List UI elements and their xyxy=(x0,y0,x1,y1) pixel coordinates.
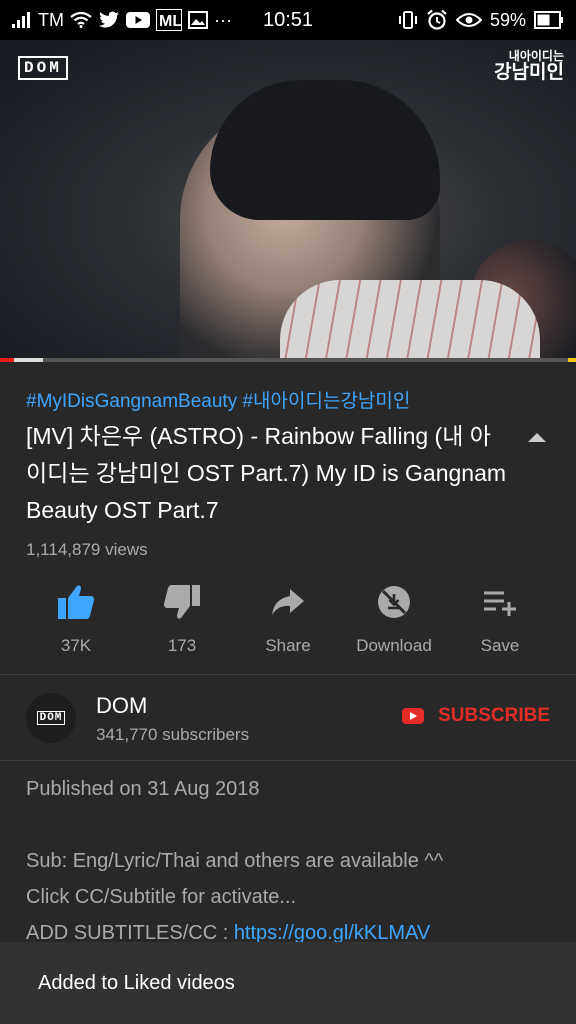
subtitles-link[interactable]: https://goo.gl/kKLMAV xyxy=(234,922,430,944)
video-channel-logo: DOM xyxy=(18,56,68,80)
battery-icon xyxy=(534,11,564,29)
download-icon xyxy=(372,582,416,622)
progress-buffered xyxy=(14,358,44,362)
channel-name[interactable]: DOM xyxy=(96,693,147,719)
channel-row: DOM DOM 341,770 subscribers SUBSCRIBE xyxy=(0,675,576,760)
youtube-logo-icon xyxy=(402,708,425,724)
video-overlay-title-line2: 강남미인 xyxy=(494,61,564,83)
status-bar: TM ML ··· 10:51 59% xyxy=(0,0,576,40)
share-icon xyxy=(266,582,310,622)
vibrate-icon xyxy=(398,10,418,30)
video-overlay-title: 내아이디는 강남미인 xyxy=(494,50,564,83)
share-label: Share xyxy=(265,636,311,655)
twitter-icon xyxy=(98,11,120,29)
more-notifications: ··· xyxy=(214,9,232,30)
video-frame-hair xyxy=(210,80,440,220)
dislike-count: 173 xyxy=(167,636,197,655)
action-bar: 37K 173 Share Download Save xyxy=(0,582,576,662)
channel-avatar[interactable]: DOM xyxy=(26,693,76,743)
progress-played xyxy=(0,358,15,362)
eye-icon xyxy=(455,12,482,28)
share-button[interactable]: Share xyxy=(235,582,341,662)
signal-icon xyxy=(12,12,32,28)
alarm-icon xyxy=(426,9,448,31)
progress-ad-marker xyxy=(568,358,576,362)
download-label: Download xyxy=(356,636,432,655)
channel-avatar-logo: DOM xyxy=(36,711,66,725)
ml-icon: ML xyxy=(156,9,182,31)
video-title[interactable]: [MV] 차은우 (ASTRO) - Rainbow Falling (내 아이… xyxy=(26,418,506,529)
dislike-button[interactable]: 173 xyxy=(129,582,235,662)
subscribe-button[interactable]: SUBSCRIBE xyxy=(402,705,550,727)
like-button[interactable]: 37K xyxy=(23,582,129,662)
video-frame-shirt xyxy=(280,280,540,362)
description-line: Click CC/Subtitle for activate... xyxy=(26,886,297,908)
video-progress-bar[interactable] xyxy=(0,358,576,362)
carrier-label: TM xyxy=(38,9,64,30)
save-button[interactable]: Save xyxy=(447,582,553,662)
subscriber-count: 341,770 subscribers xyxy=(96,725,250,744)
toast-message: Added to Liked videos xyxy=(38,971,235,994)
svg-text:ML: ML xyxy=(159,13,182,30)
image-icon xyxy=(188,11,208,29)
published-date: Published on 31 Aug 2018 xyxy=(26,778,260,800)
divider xyxy=(0,760,576,761)
save-label: Save xyxy=(480,636,520,655)
wifi-icon xyxy=(70,12,92,28)
description-text: ADD SUBTITLES/CC : xyxy=(26,922,234,944)
video-overlay-title-line1: 내아이디는 xyxy=(508,49,564,63)
view-count: 1,114,879 views xyxy=(26,540,148,559)
subscribe-label: SUBSCRIBE xyxy=(438,705,550,726)
snackbar-toast: Added to Liked videos xyxy=(0,942,576,1024)
description-line: Sub: Eng/Lyric/Thai and others are avail… xyxy=(26,850,444,872)
save-playlist-icon xyxy=(478,582,522,622)
hashtags-link[interactable]: #MyIDisGangnamBeauty #내아이디는강남미인 xyxy=(26,386,410,413)
thumbs-down-icon xyxy=(160,582,204,622)
thumbs-up-icon xyxy=(54,582,98,622)
youtube-icon xyxy=(126,11,150,29)
collapse-description-icon[interactable] xyxy=(526,430,548,444)
video-player[interactable]: DOM 내아이디는 강남미인 xyxy=(0,40,576,362)
like-count: 37K xyxy=(60,636,92,655)
download-button[interactable]: Download xyxy=(341,582,447,662)
battery-percent: 59% xyxy=(489,9,526,30)
